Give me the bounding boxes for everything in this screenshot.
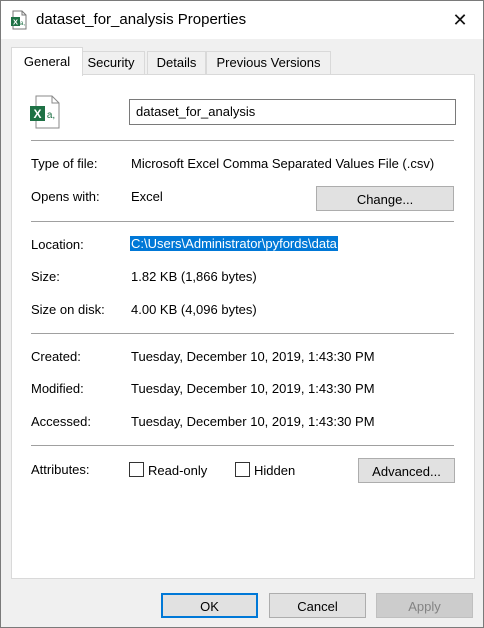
modified-label: Modified: [31, 381, 84, 396]
size-value: 1.82 KB (1,866 bytes) [131, 269, 257, 284]
apply-button[interactable]: Apply [376, 593, 473, 618]
size-on-disk-label: Size on disk: [31, 302, 105, 317]
attributes-label: Attributes: [31, 462, 90, 477]
location-label: Location: [31, 237, 84, 252]
accessed-label: Accessed: [31, 414, 91, 429]
hidden-checkbox[interactable] [235, 462, 250, 477]
window-title: dataset_for_analysis Properties [36, 11, 247, 28]
ok-button[interactable]: OK [161, 593, 258, 618]
modified-value: Tuesday, December 10, 2019, 1:43:30 PM [131, 381, 375, 396]
tab-security[interactable]: Security [77, 51, 145, 74]
divider [31, 445, 454, 446]
svg-text:a,: a, [47, 110, 55, 121]
divider [31, 221, 454, 222]
excel-csv-icon: X a, [30, 95, 60, 129]
type-label: Type of file: [31, 156, 98, 171]
location-value[interactable]: C:\Users\Administrator\pyfords\data [130, 236, 338, 251]
svg-text:X: X [33, 107, 41, 121]
svg-text:X: X [13, 18, 18, 27]
general-panel: X a, dataset_for_analysis Type of file: … [11, 74, 475, 579]
accessed-value: Tuesday, December 10, 2019, 1:43:30 PM [131, 414, 375, 429]
tab-strip: Security Details Previous Versions Gener… [11, 45, 481, 76]
opens-with-label: Opens with: [31, 189, 100, 204]
svg-text:a,: a, [20, 21, 25, 27]
file-name-input[interactable]: dataset_for_analysis [129, 99, 456, 125]
read-only-label: Read-only [148, 463, 208, 478]
divider [31, 333, 454, 334]
created-label: Created: [31, 349, 81, 364]
type-value: Microsoft Excel Comma Separated Values F… [131, 156, 435, 171]
size-label: Size: [31, 269, 60, 284]
read-only-checkbox[interactable] [129, 462, 144, 477]
properties-dialog: X a, dataset_for_analysis Properties ✕ S… [0, 0, 484, 628]
tab-previous-versions[interactable]: Previous Versions [206, 51, 331, 74]
title-bar: X a, dataset_for_analysis Properties ✕ [1, 1, 483, 39]
divider [31, 140, 454, 141]
change-button[interactable]: Change... [316, 186, 454, 211]
tab-general[interactable]: General [11, 47, 83, 76]
cancel-button[interactable]: Cancel [269, 593, 366, 618]
excel-file-icon: X a, [11, 10, 27, 30]
close-icon: ✕ [452, 9, 468, 30]
tab-details[interactable]: Details [147, 51, 206, 74]
close-button[interactable]: ✕ [437, 1, 483, 39]
advanced-button[interactable]: Advanced... [358, 458, 455, 483]
size-on-disk-value: 4.00 KB (4,096 bytes) [131, 302, 257, 317]
opens-with-value: Excel [131, 189, 163, 204]
created-value: Tuesday, December 10, 2019, 1:43:30 PM [131, 349, 375, 364]
hidden-label: Hidden [254, 463, 296, 478]
